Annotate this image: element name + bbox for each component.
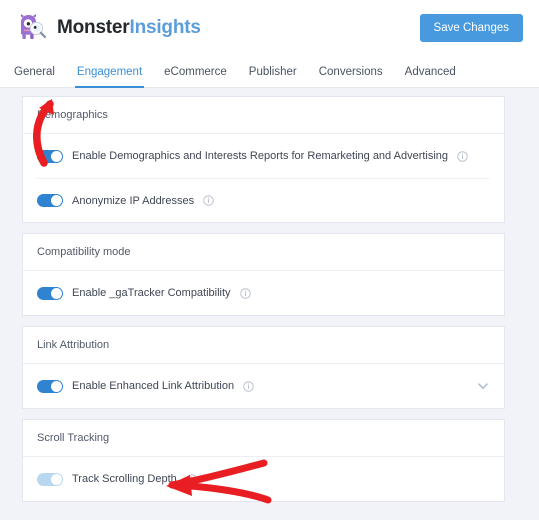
settings-tab-bar: General Engagement eCommerce Publisher Conve… [0, 56, 539, 88]
info-circle-icon[interactable] [243, 380, 254, 392]
tab-conversions[interactable]: Conversions [308, 56, 394, 87]
setting-row: Enable _gaTracker Compatibility [37, 271, 490, 315]
save-changes-button[interactable]: Save Changes [419, 14, 523, 42]
info-circle-icon[interactable] [457, 150, 468, 162]
info-circle-icon[interactable] [186, 473, 197, 485]
info-circle-icon[interactable] [239, 287, 251, 299]
app-header: MonsterInsights Save Changes [0, 0, 539, 56]
settings-content: Demographics Enable Demographics and Inte… [0, 88, 539, 502]
setting-row: Anonymize IP Addresses [37, 178, 490, 222]
card-body: Enable Demographics and Interests Report… [23, 134, 504, 222]
settings-card-compatibility-mode: Compatibility mode Enable _gaTracker Comp… [22, 233, 505, 316]
setting-label: Enable _gaTracker Compatibility [72, 287, 231, 299]
tab-publisher[interactable]: Publisher [238, 56, 308, 87]
toggle-switch[interactable] [37, 194, 63, 207]
tab-engagement[interactable]: Engagement [66, 56, 153, 88]
toggle-switch[interactable] [37, 286, 63, 300]
setting-label: Track Scrolling Depth [72, 473, 177, 485]
brand-title-secondary: Insights [129, 17, 201, 38]
card-body: Enable Enhanced Link Attribution [23, 364, 504, 408]
monster-mascot-logo-icon [20, 14, 47, 39]
toggle-switch[interactable] [37, 472, 63, 486]
card-body: Track Scrolling Depth [23, 457, 504, 501]
card-title: Compatibility mode [23, 234, 504, 271]
card-body: Enable _gaTracker Compatibility [23, 271, 504, 315]
brand-title-primary: Monster [57, 17, 130, 38]
brand: MonsterInsights [14, 11, 201, 45]
settings-card-scroll-tracking: Scroll Tracking Track Scrolling Depth [22, 419, 505, 502]
settings-card-link-attribution: Link Attribution Enable Enhanced Link Att… [22, 326, 505, 409]
setting-row: Enable Enhanced Link Attribution [37, 364, 490, 408]
chevron-down-icon[interactable] [476, 379, 490, 393]
tab-ecommerce[interactable]: eCommerce [153, 56, 238, 87]
setting-row: Track Scrolling Depth [37, 457, 490, 501]
brand-title: MonsterInsights [57, 17, 201, 39]
setting-label: Enable Enhanced Link Attribution [72, 380, 235, 392]
settings-card-demographics: Demographics Enable Demographics and Inte… [22, 96, 505, 223]
card-title: Demographics [23, 97, 504, 134]
tab-advanced[interactable]: Advanced [394, 56, 467, 87]
setting-label: Anonymize IP Addresses [72, 194, 195, 207]
toggle-switch[interactable] [37, 379, 63, 393]
card-title: Scroll Tracking [23, 420, 504, 457]
info-circle-icon[interactable] [203, 195, 214, 206]
setting-label: Enable Demographics and Interests Report… [72, 150, 449, 162]
toggle-switch[interactable] [37, 149, 63, 163]
card-title: Link Attribution [23, 327, 504, 364]
setting-row: Enable Demographics and Interests Report… [37, 134, 490, 178]
tab-general[interactable]: General [14, 56, 66, 87]
